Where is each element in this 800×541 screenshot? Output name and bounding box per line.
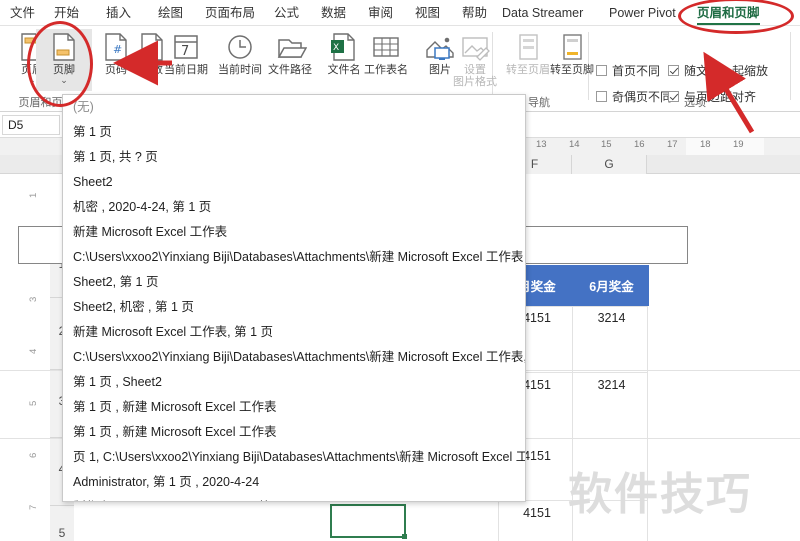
ribbon-tab-3[interactable]: 绘图 [156,2,185,24]
svg-text:7: 7 [181,44,189,59]
ruler-tick: 13 [536,139,547,150]
footer-preset-item[interactable]: (无) [63,95,525,120]
option-label: 与页边距对齐 [684,90,757,104]
ribbon-tab-0[interactable]: 文件 [8,2,37,24]
svg-text:#: # [149,43,158,56]
checkbox-icon[interactable] [668,91,679,102]
ribbon-button-label: 当前时间 [218,64,262,76]
active-cell-selection[interactable] [330,504,407,539]
ribbon-tab-12[interactable]: 页眉和页脚 [695,2,762,25]
footer-preset-item[interactable]: 新建 Microsoft Excel 工作表 [63,220,525,245]
footer-preset-item[interactable]: Sheet2 [63,170,525,195]
ribbon-tab-11[interactable]: Power Pivot [607,2,678,24]
footer-preset-dropdown[interactable]: (无) 第 1 页第 1 页, 共 ? 页 Sheet2 机密 , 2020-4-24… [62,94,526,502]
footer-preset-item[interactable]: 第 1 页 , 新建 Microsoft Excel 工作表 [63,420,525,445]
checkbox-icon[interactable] [596,91,607,102]
ribbon-tab-label: Data Streamer [502,6,584,20]
vertical-ruler-tick: 6 [28,452,39,458]
vertical-ruler-tick: 7 [28,504,39,510]
footer-preset-item[interactable]: Sheet2, 第 1 页 [63,270,525,295]
vertical-ruler-tick: 4 [28,348,39,354]
calendar-icon: 7 [174,35,198,59]
svg-text:X: X [333,43,339,53]
ribbon-tab-label: 文件 [10,6,36,20]
ribbon-tab-label: 页眉和页脚 [697,6,760,20]
footer-preset-item[interactable]: 第 1 页 , 新建 Microsoft Excel 工作表 [63,395,525,420]
checkbox-icon[interactable] [668,65,679,76]
ribbon-tab-label: 页面布局 [205,6,256,20]
footer-preset-item[interactable]: 第 1 页 [63,120,525,145]
watermark-text: 软件技巧 [568,470,752,519]
ribbon-tab-label: 视图 [415,6,441,20]
excel-window: 文件 开始 插入 绘图 页面布局 公式 数据 审阅 视图 帮助 Data Streamer Power… [0,0,800,541]
ribbon-tab-label: 绘图 [158,6,184,20]
ruler-tick: 18 [700,139,711,150]
different-first-page[interactable]: 首页不同 [596,62,660,79]
folder-page-icon [277,39,307,58]
vertical-ruler-tick: 3 [28,296,39,302]
table-column-header: 6月奖金 [574,265,649,306]
ribbon-button-label: 工作表名 [364,64,408,76]
footer-preset-item[interactable]: 第 1 页 , Sheet2 [63,370,525,395]
ribbon-tab-9[interactable]: 帮助 [460,2,489,24]
current-time-button[interactable]: 当前时间 [212,29,268,91]
ribbon-tab-label: 插入 [106,6,132,20]
footer-preset-item[interactable]: 页 1, C:\Users\xxoo2\Yinxiang Biji\Databa… [63,445,525,470]
excel-page-icon: X [331,33,355,61]
footer-preset-item[interactable]: C:\Users\xxoo2\Yinxiang Biji\Databases\A… [63,245,525,270]
footer-preset-item[interactable]: 新建 Microsoft Excel 工作表, 第 1 页 [63,320,525,345]
ruler-tick: 19 [733,139,744,150]
ribbon-tab-2[interactable]: 插入 [104,2,133,24]
ruler-tick: 15 [601,139,612,150]
ribbon-tab-bar: 文件 开始 插入 绘图 页面布局 公式 数据 审阅 视图 帮助 Data Streamer Power… [0,0,800,26]
ruler-tick: 16 [634,139,645,150]
ribbon-tab-label: 开始 [54,6,80,20]
name-box[interactable]: D5 [2,115,60,135]
ribbon-tab-7[interactable]: 审阅 [366,2,395,24]
footer-preset-item[interactable]: C:\Users\xxoo2\Yinxiang Biji\Databases\A… [63,345,525,370]
ribbon-tab-1[interactable]: 开始 [52,2,81,24]
ribbon-tab-label: Power Pivot [609,6,676,20]
ruler-tick: 14 [569,139,580,150]
footer-preset-item[interactable]: 机密 , 2020-4-24, 第 1 页 [63,195,525,220]
table-cell[interactable]: 4151 [500,500,574,526]
ribbon-tab-4[interactable]: 页面布局 [203,2,257,24]
option-label: 随文档一起缩放 [684,64,769,78]
ribbon-tab-label: 数据 [321,6,347,20]
option-label: 首页不同 [612,64,661,78]
align-with-margins[interactable]: 与页边距对齐 [668,88,756,105]
ribbon-button-label: 文件路径 [268,64,312,76]
picture-edit-icon [462,37,490,61]
footer-preset-item[interactable]: Administrator, 第 1 页 , 2020-4-24 [63,470,525,495]
file-path-button[interactable]: 文件路径 [262,29,318,91]
scale-with-document[interactable]: 随文档一起缩放 [668,62,768,79]
table-cell[interactable]: 3214 [574,372,649,398]
column-header[interactable]: G [572,155,647,174]
clock-icon [228,35,252,59]
table-cell[interactable]: 3214 [574,305,649,331]
different-odd-even[interactable]: 奇偶页不同 [596,88,672,105]
grid-icon [373,37,399,57]
vertical-ruler-tick: 5 [28,400,39,406]
ribbon-tab-5[interactable]: 公式 [272,2,301,24]
checkbox-icon[interactable] [596,65,607,76]
ribbon-tab-label: 帮助 [462,6,488,20]
footer-preset-item[interactable]: Sheet2, 机密 , 第 1 页 [63,295,525,320]
ribbon-button-label: 当前日期 [164,64,208,76]
ribbon-tab-10[interactable]: Data Streamer [500,2,585,24]
ribbon-tab-6[interactable]: 数据 [319,2,348,24]
current-date-button[interactable]: 7 当前日期 [158,29,214,91]
footer-preset-item[interactable]: 制作人: Administrator 2020-4-24, 第 1 页 [63,495,525,501]
ribbon-tab-label: 审阅 [368,6,394,20]
ruler-tick: 17 [667,139,678,150]
option-label: 奇偶页不同 [612,90,673,104]
svg-text:#: # [113,43,122,56]
footer-preset-item[interactable]: 第 1 页, 共 ? 页 [63,145,525,170]
row-header[interactable]: 5 [50,506,74,541]
vertical-ruler-tick: 1 [28,192,39,198]
ruler-page-region [686,138,764,155]
sheet-name-button[interactable]: 工作表名 [358,29,414,91]
ribbon-tab-label: 公式 [274,6,300,20]
ribbon-tab-8[interactable]: 视图 [413,2,442,24]
